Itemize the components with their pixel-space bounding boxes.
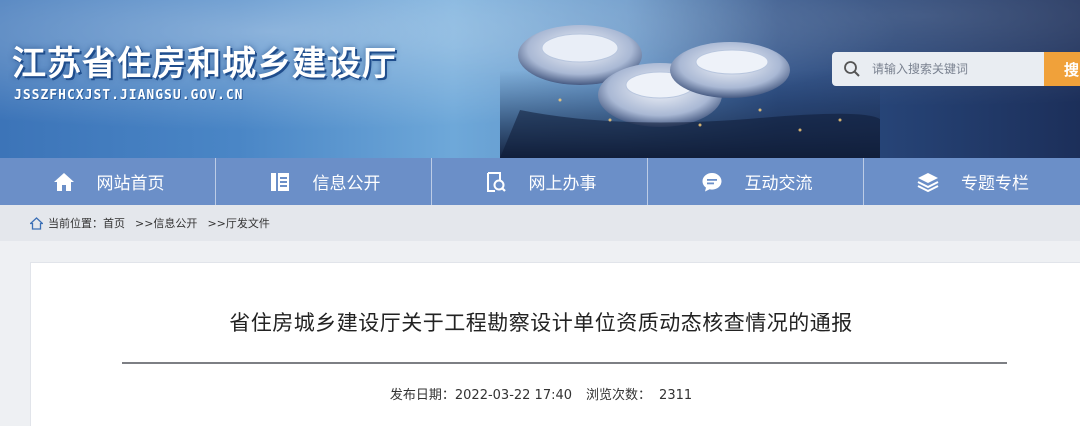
main-nav: 网站首页 信息公开 网上办事 互动交流 专题专栏 (0, 158, 1080, 205)
search-icon (832, 52, 872, 86)
article-title: 省住房城乡建设厅关于工程勘察设计单位资质动态核查情况的通报 (229, 311, 853, 335)
article-card: 省住房城乡建设厅关于工程勘察设计单位资质动态核查情况的通报 发布日期：2022-… (30, 262, 1080, 426)
article-meta: 发布日期：2022-03-22 17:40 浏览次数： 2311 (31, 384, 1051, 403)
search-box (832, 52, 1044, 86)
breadcrumb: 当前位置： 首页 >>信息公开 >>厅发文件 (0, 205, 1080, 241)
nav-item-info-disclosure[interactable]: 信息公开 (216, 158, 432, 205)
publish-date-label: 发布日期： (389, 388, 455, 403)
layers-icon (915, 169, 941, 195)
nav-item-home[interactable]: 网站首页 (0, 158, 216, 205)
search-document-icon (483, 169, 509, 195)
search-input[interactable] (872, 52, 1040, 86)
search-button[interactable]: 搜 (1044, 52, 1080, 86)
site-title: 江苏省住房和城乡建设厅 (12, 44, 397, 84)
breadcrumb-prefix: 当前位置： (48, 217, 103, 230)
breadcrumb-link-info-disclosure[interactable]: >>信息公开 (135, 215, 197, 231)
view-count-label: 浏览次数： (586, 388, 652, 403)
home-icon (30, 216, 44, 230)
chat-icon (699, 169, 725, 195)
breadcrumb-link-home[interactable]: 首页 (103, 215, 125, 231)
nav-label: 信息公开 (312, 174, 381, 194)
page: 江苏省住房和城乡建设厅 JSSZFHCXJST.JIANGSU.GOV.CN 搜… (0, 0, 1080, 426)
view-count-value: 2311 (659, 388, 693, 403)
title-divider (122, 362, 1007, 364)
nav-label: 互动交流 (744, 174, 813, 194)
nav-label: 网上办事 (528, 174, 597, 194)
header-banner: 江苏省住房和城乡建设厅 JSSZFHCXJST.JIANGSU.GOV.CN 搜 (0, 0, 1080, 158)
nav-item-special-topics[interactable]: 专题专栏 (864, 158, 1080, 205)
nav-label: 专题专栏 (960, 174, 1029, 194)
nav-item-interaction[interactable]: 互动交流 (648, 158, 864, 205)
publish-date-value: 2022-03-22 17:40 (454, 388, 573, 403)
home-icon (51, 169, 77, 195)
nav-label: 网站首页 (96, 174, 165, 194)
site-domain: JSSZFHCXJST.JIANGSU.GOV.CN (14, 88, 244, 103)
nav-item-online-services[interactable]: 网上办事 (432, 158, 648, 205)
document-icon (267, 169, 293, 195)
breadcrumb-link-documents[interactable]: >>厅发文件 (207, 215, 269, 231)
stadium-illustration (500, 25, 880, 158)
